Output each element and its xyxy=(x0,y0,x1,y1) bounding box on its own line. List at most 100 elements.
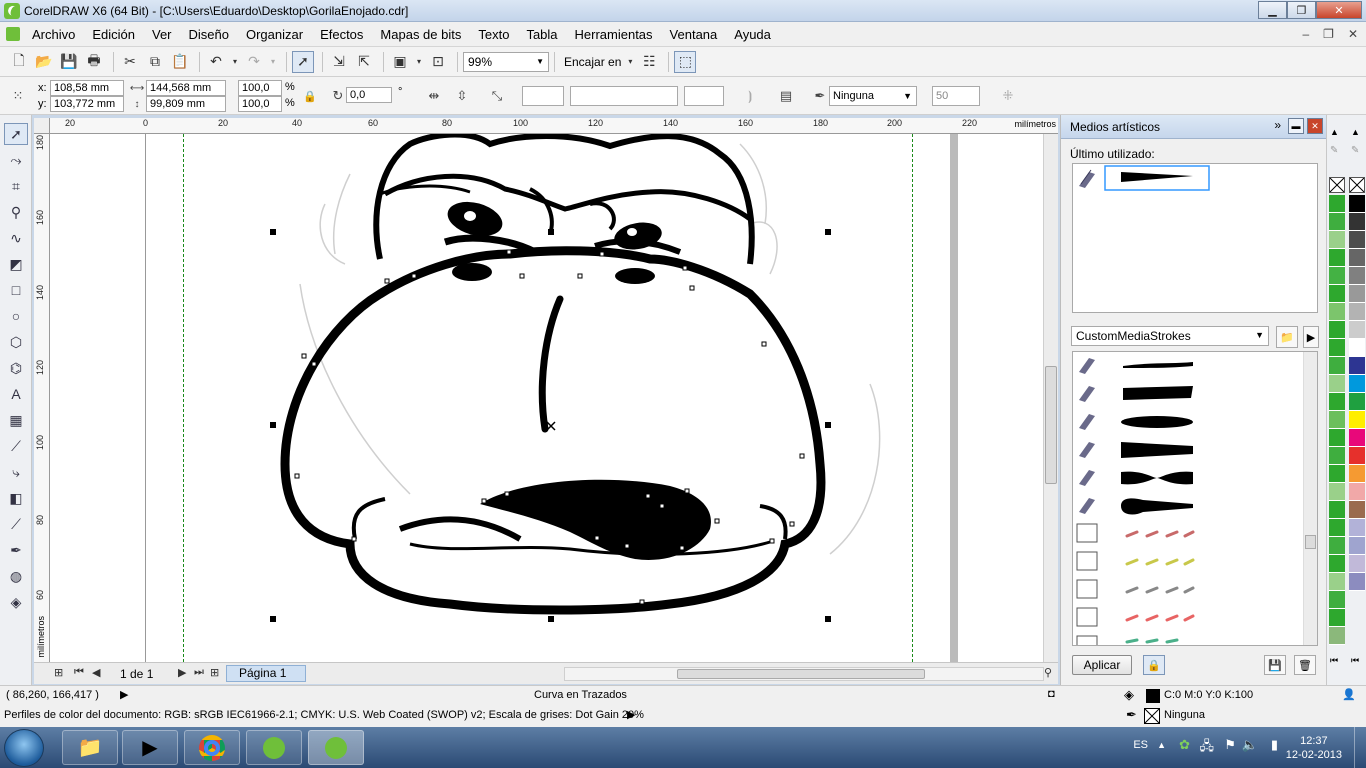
tray-signal-icon[interactable]: ▮ xyxy=(1271,737,1278,753)
outline-width-select[interactable]: Ninguna ▼ xyxy=(829,86,917,106)
zoom-level-select[interactable]: 99% ▼ xyxy=(463,51,549,72)
rectangle-tool-icon[interactable]: □ xyxy=(4,279,28,301)
browse-folder-icon[interactable]: 📁 xyxy=(1276,326,1298,348)
color-swatch[interactable] xyxy=(1349,483,1365,501)
mirror-vertical-icon[interactable]: ⇳ xyxy=(452,86,472,106)
undo-icon[interactable]: ↶ xyxy=(205,51,227,73)
add-page-before-icon[interactable]: ⊞ xyxy=(54,666,63,679)
ellipse-tool-icon[interactable]: ○ xyxy=(4,305,28,327)
media-player-taskbar-icon[interactable]: ▶ xyxy=(122,730,178,765)
export-icon[interactable]: ⇱ xyxy=(353,51,375,73)
fill-swatch-select[interactable] xyxy=(522,86,564,106)
color-swatch[interactable] xyxy=(1349,285,1365,303)
size-field[interactable]: 50 xyxy=(932,86,980,106)
color-swatch[interactable] xyxy=(1329,213,1345,231)
crop-tool-icon[interactable]: ⌗ xyxy=(4,175,28,197)
delete-stroke-icon[interactable]: 🗑 xyxy=(1294,655,1316,675)
docker-minimize-button[interactable]: ▬ xyxy=(1288,118,1304,134)
width-field[interactable]: 144,568 mm xyxy=(146,80,226,96)
cut-icon[interactable]: ✂ xyxy=(119,51,141,73)
mirror-horizontal-icon[interactable]: ⇹ xyxy=(424,86,444,106)
last-page-icon[interactable]: ⏭ xyxy=(194,666,204,679)
color-swatch[interactable] xyxy=(1349,195,1365,213)
launcher-dropdown-icon[interactable]: ▾ xyxy=(414,51,424,73)
previous-page-icon[interactable]: ◀ xyxy=(92,666,100,679)
x-position-field[interactable]: 108,58 mm xyxy=(50,80,124,96)
snap-dropdown-icon[interactable]: ▾ xyxy=(625,51,635,73)
polygon-tool-icon[interactable]: ⬡ xyxy=(4,331,28,353)
color-swatch[interactable] xyxy=(1329,303,1345,321)
palette-scroll-down-icon[interactable]: ⏮ xyxy=(1330,655,1338,666)
color-swatch[interactable] xyxy=(1349,249,1365,267)
copy-icon[interactable]: ⧉ xyxy=(144,51,166,73)
menu-archivo[interactable]: Archivo xyxy=(32,27,75,42)
y-position-field[interactable]: 103,772 mm xyxy=(50,96,124,112)
color-swatch[interactable] xyxy=(1349,537,1365,555)
color-swatch[interactable] xyxy=(1349,501,1365,519)
color-swatch[interactable] xyxy=(1349,519,1365,537)
apply-button[interactable]: Aplicar xyxy=(1072,655,1132,675)
print-icon[interactable]: 🖶 xyxy=(83,51,105,73)
lock-icon[interactable]: 🔒 xyxy=(1143,655,1165,675)
save-icon[interactable]: 💾 xyxy=(58,51,80,73)
menu-mapas-de-bits[interactable]: Mapas de bits xyxy=(380,27,461,42)
start-button[interactable] xyxy=(4,729,44,767)
convert-to-curves-icon[interactable]: ⤡ xyxy=(487,86,507,106)
lock-ratio-icon[interactable]: 🔒 xyxy=(300,86,320,106)
coreldraw-taskbar-icon[interactable] xyxy=(246,730,302,765)
menu-efectos[interactable]: Efectos xyxy=(320,27,363,42)
menu-texto[interactable]: Texto xyxy=(478,27,509,42)
stroke-presets[interactable] xyxy=(1073,352,1305,646)
color-swatch[interactable] xyxy=(1349,213,1365,231)
color-swatch[interactable] xyxy=(1329,231,1345,249)
flyout-menu-icon[interactable]: ▶ xyxy=(1303,326,1319,348)
eyedropper-icon[interactable]: ✎ xyxy=(1330,145,1338,156)
color-swatch[interactable] xyxy=(1329,411,1345,429)
doc-minimize-icon[interactable]: – xyxy=(1302,27,1309,41)
horizontal-ruler[interactable]: 20 0 20 40 60 80 100 120 140 160 180 200… xyxy=(50,118,1058,134)
break-apart-icon[interactable]: ⦘ xyxy=(740,86,760,106)
palette-scroll-up-icon-2[interactable]: ▲ xyxy=(1351,127,1360,137)
line-style-select[interactable] xyxy=(570,86,678,106)
dimension-tool-icon[interactable]: ⟋ xyxy=(4,435,28,457)
no-color-swatch-2[interactable] xyxy=(1349,177,1365,193)
color-swatch[interactable] xyxy=(1349,447,1365,465)
doc-close-icon[interactable]: ✕ xyxy=(1348,27,1358,41)
table-tool-icon[interactable]: ▦ xyxy=(4,409,28,431)
no-color-swatch[interactable] xyxy=(1329,177,1345,193)
pick-tool-icon[interactable]: ➚ xyxy=(4,123,28,145)
outline-tool-icon[interactable]: ✒ xyxy=(4,539,28,561)
undo-dropdown-icon[interactable]: ▾ xyxy=(230,51,240,73)
text-tool-icon[interactable]: A xyxy=(4,383,28,405)
new-document-icon[interactable]: 🗋 xyxy=(8,51,30,73)
color-swatch[interactable] xyxy=(1329,285,1345,303)
color-swatch[interactable] xyxy=(1329,357,1345,375)
color-swatch[interactable] xyxy=(1329,609,1345,627)
close-button[interactable]: ✕ xyxy=(1316,1,1362,19)
object-origin-icon[interactable]: ⁙ xyxy=(8,86,28,106)
tray-flag-icon[interactable]: ⚑ xyxy=(1224,737,1236,753)
tray-network-icon[interactable]: 🖧 xyxy=(1200,737,1215,759)
vertical-scroll-thumb[interactable] xyxy=(1045,366,1057,484)
color-proof-icon[interactable]: ◘ xyxy=(1048,688,1055,700)
color-swatch[interactable] xyxy=(1329,249,1345,267)
color-swatch[interactable] xyxy=(1349,411,1365,429)
save-stroke-icon[interactable]: 💾 xyxy=(1264,655,1286,675)
application-launcher-icon[interactable]: ▣ xyxy=(389,51,411,73)
alignment-guides-icon[interactable]: ⬚ xyxy=(674,50,697,73)
color-swatch[interactable] xyxy=(1329,429,1345,447)
welcome-screen-icon[interactable]: ⊡ xyxy=(427,51,449,73)
smart-fill-tool-icon[interactable]: ◩ xyxy=(4,253,28,275)
scale-y-field[interactable]: 100,0 xyxy=(238,96,282,112)
color-swatch[interactable] xyxy=(1329,465,1345,483)
explorer-taskbar-icon[interactable]: 📁 xyxy=(62,730,118,765)
zoom-navigator-icon[interactable]: ⚲ xyxy=(1044,666,1052,679)
color-swatch[interactable] xyxy=(1329,627,1345,645)
rotation-icon[interactable]: ↻ xyxy=(328,86,348,106)
color-swatch[interactable] xyxy=(1349,231,1365,249)
color-swatch[interactable] xyxy=(1349,429,1365,447)
next-page-icon[interactable]: ▶ xyxy=(178,666,186,679)
input-language[interactable]: ES xyxy=(1133,739,1148,751)
recent-stroke-item[interactable] xyxy=(1073,164,1319,194)
eyedropper-tool-icon[interactable]: ⟋ xyxy=(4,513,28,535)
